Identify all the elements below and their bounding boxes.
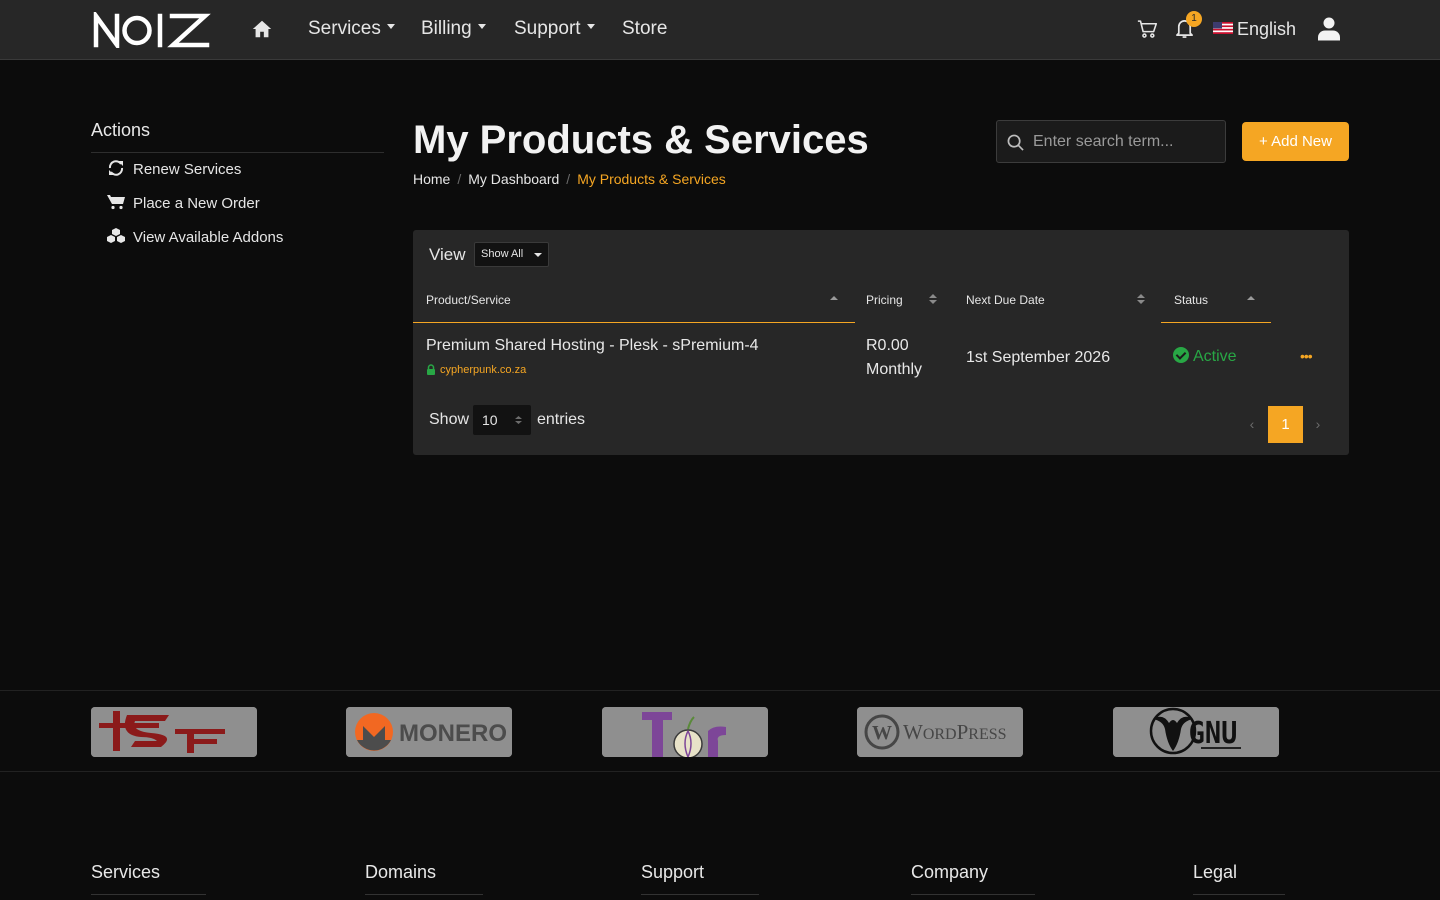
language-label: English	[1237, 19, 1297, 39]
footer-divider	[1193, 894, 1285, 895]
footer-support-heading: Support	[641, 862, 705, 882]
svg-text:GNU: GNU	[1189, 716, 1238, 751]
cubes-icon	[107, 228, 125, 244]
next-due-date: 1st September 2026	[966, 349, 1111, 366]
pagination-page-1[interactable]: 1	[1268, 406, 1303, 443]
svg-text:W: W	[872, 722, 892, 744]
cart-icon[interactable]	[1137, 19, 1158, 39]
check-circle-icon	[1173, 346, 1189, 363]
service-domain-link[interactable]: cypherpunk.co.za	[426, 363, 527, 376]
search-icon	[1007, 134, 1024, 151]
page-title: My Products & Services	[413, 118, 869, 162]
sidebar-divider	[91, 152, 384, 153]
nav-billing[interactable]: Billing	[421, 18, 486, 40]
sidebar-item-view-addons[interactable]: View Available Addons	[107, 228, 284, 246]
chevron-down-icon	[534, 253, 542, 257]
lock-icon	[427, 363, 435, 375]
nav-services-label: Services	[308, 18, 381, 39]
nav-support[interactable]: Support	[514, 18, 595, 40]
cart-icon	[107, 195, 125, 210]
view-filter-select[interactable]: Show All	[474, 242, 549, 267]
nav-billing-label: Billing	[421, 18, 472, 39]
nav-store-label: Store	[622, 18, 668, 39]
wordpress-logo[interactable]: W WORDPRESS	[857, 707, 1023, 757]
footer-divider	[911, 894, 1035, 895]
service-price: R0.00	[866, 337, 909, 354]
nav-store[interactable]: Store	[622, 18, 667, 40]
billing-cycle: Monthly	[866, 361, 923, 378]
breadcrumb-current: My Products & Services	[577, 171, 726, 187]
column-header-next-due[interactable]: Next Due Date	[966, 293, 1045, 307]
user-icon[interactable]	[1318, 16, 1340, 41]
chevron-down-icon	[386, 24, 395, 30]
entries-label: entries	[537, 411, 586, 428]
notification-badge: 1	[1186, 11, 1202, 27]
us-flag-icon	[1213, 22, 1233, 35]
footer-services-heading: Services	[91, 862, 161, 882]
footer-divider	[365, 894, 483, 895]
breadcrumb-separator: /	[566, 171, 571, 187]
home-icon[interactable]	[251, 18, 273, 40]
refresh-icon	[108, 160, 124, 176]
show-entries-label: Show	[429, 411, 470, 428]
nav-support-label: Support	[514, 18, 581, 39]
service-domain: cypherpunk.co.za	[440, 364, 527, 376]
sort-indicator	[1161, 322, 1271, 323]
breadcrumb-separator: /	[457, 171, 462, 187]
sidebar-item-place-new-order[interactable]: Place a New Order	[107, 195, 260, 212]
sidebar-item-label: Place a New Order	[133, 195, 260, 212]
entries-per-page-select[interactable]: 10	[473, 405, 531, 435]
footer-divider	[641, 894, 759, 895]
noiz-logo[interactable]	[93, 12, 211, 48]
search-input[interactable]	[1033, 130, 1218, 154]
column-header-pricing[interactable]: Pricing	[866, 293, 903, 307]
tor-logo[interactable]	[602, 707, 768, 757]
search-box[interactable]	[996, 120, 1226, 163]
column-header-status[interactable]: Status	[1174, 293, 1208, 307]
language-selector[interactable]: English	[1213, 19, 1296, 40]
status-label: Active	[1193, 348, 1237, 365]
chevron-down-icon	[586, 24, 595, 30]
sort-both-icon[interactable]	[1137, 293, 1145, 305]
more-options-icon[interactable]: •••	[1300, 348, 1313, 364]
gnu-logo[interactable]: GNU	[1113, 707, 1279, 757]
product-name[interactable]: Premium Shared Hosting - Plesk - sPremiu…	[426, 337, 759, 355]
top-navbar: Services Billing Support Store 1 English	[0, 0, 1440, 60]
monero-logo[interactable]: MONERO	[346, 707, 512, 757]
pagination-next[interactable]: ›	[1303, 406, 1333, 443]
svg-text:MONERO: MONERO	[399, 720, 507, 747]
pagination-prev[interactable]: ‹	[1236, 406, 1268, 443]
updown-arrows-icon	[515, 416, 522, 424]
footer-legal-heading: Legal	[1193, 862, 1238, 882]
partner-logo-strip: MONERO W WORDPRESS GNU	[0, 690, 1440, 772]
sidebar-item-label: Renew Services	[133, 161, 242, 178]
breadcrumb-home[interactable]: Home	[413, 171, 450, 187]
view-label: View	[429, 245, 466, 264]
sort-both-icon[interactable]	[929, 293, 937, 305]
footer-domains-heading: Domains	[365, 862, 437, 882]
column-header-product[interactable]: Product/Service	[426, 293, 511, 307]
view-filter-value: Show All	[481, 248, 524, 260]
chevron-down-icon	[477, 24, 486, 30]
footer-divider	[91, 894, 206, 895]
services-card: View Show All Product/Service Pricing Ne…	[413, 230, 1349, 455]
add-new-button[interactable]: + Add New	[1242, 122, 1349, 161]
fsf-logo[interactable]	[91, 707, 257, 757]
nav-services[interactable]: Services	[308, 18, 395, 40]
sidebar-title: Actions	[91, 120, 151, 140]
sort-asc-icon[interactable]	[830, 293, 838, 305]
sort-asc-icon[interactable]	[1247, 293, 1255, 305]
sort-indicator	[413, 322, 855, 323]
sidebar-item-renew-services[interactable]: Renew Services	[107, 160, 242, 178]
breadcrumb-dashboard[interactable]: My Dashboard	[468, 171, 559, 187]
sidebar-item-label: View Available Addons	[133, 229, 284, 246]
breadcrumb: Home / My Dashboard / My Products & Services	[413, 171, 726, 187]
status-badge: Active	[1173, 346, 1237, 366]
footer-company-heading: Company	[911, 862, 989, 882]
entries-value: 10	[482, 412, 498, 428]
